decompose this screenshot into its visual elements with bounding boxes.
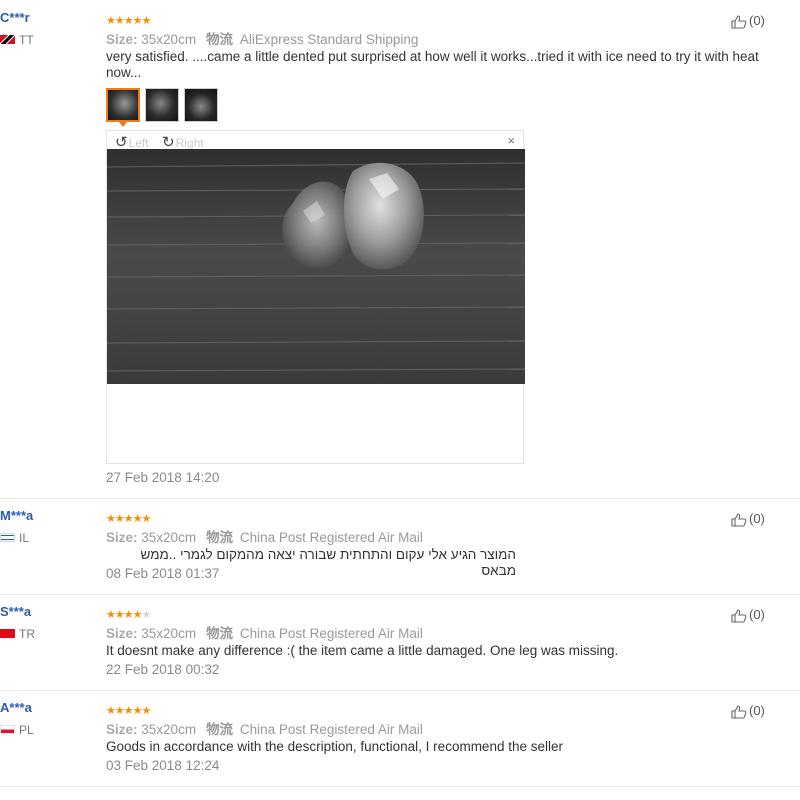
reviewer-country: IL (0, 531, 29, 545)
review-item: S***a TR ★★★★★ Size: 35x20cm 物流 China Pos… (0, 594, 800, 690)
order-info: Size: 35x20cm 物流 China Post Registered Ai… (106, 718, 423, 738)
helpful-button[interactable]: (0) (731, 511, 765, 527)
photo-viewer: ↺Left ↻Right × (106, 130, 525, 464)
country-code: TT (19, 33, 34, 47)
rotate-right-label: Right (175, 136, 204, 150)
review-date: 22 Feb 2018 00:32 (106, 662, 220, 677)
star-filled-icon: ★ (123, 513, 134, 525)
reviewer-country: PL (0, 723, 34, 737)
country-code: TR (19, 627, 35, 641)
review-divider (0, 786, 800, 787)
star-empty-icon: ★ (141, 609, 152, 621)
star-rating: ★★★★★ (106, 15, 152, 27)
star-filled-icon: ★ (123, 609, 134, 621)
reviewer-name[interactable]: M***a (0, 508, 33, 523)
helpful-count: (0) (749, 703, 765, 718)
shipping-method: AliExpress Standard Shipping (239, 32, 419, 47)
size-value: 35x20cm (141, 722, 197, 737)
flag-icon (0, 35, 15, 45)
star-filled-icon: ★ (123, 705, 134, 717)
size-value: 35x20cm (141, 530, 197, 545)
size-value: 35x20cm (141, 626, 197, 641)
star-filled-icon: ★ (106, 15, 116, 27)
star-rating: ★★★★★ (106, 513, 152, 525)
star-filled-icon: ★ (132, 705, 143, 717)
reviewer-country: TT (0, 33, 34, 47)
photo-thumbnail[interactable] (184, 88, 218, 122)
flag-icon (0, 725, 15, 735)
helpful-button[interactable]: (0) (731, 607, 765, 623)
logistics-icon: 物流 (206, 32, 234, 47)
logistics-icon: 物流 (206, 626, 234, 641)
thumbs-up-icon (731, 705, 747, 719)
order-info: Size: 35x20cm 物流 China Post Registered Ai… (106, 622, 423, 642)
active-thumbnail-caret (119, 122, 127, 127)
helpful-button[interactable]: (0) (731, 703, 765, 719)
star-rating: ★★★★★ (106, 705, 152, 717)
reviewer-name[interactable]: C***r (0, 10, 30, 25)
review-item: M***a IL ★★★★★ Size: 35x20cm 物流 China Pos… (0, 498, 800, 594)
review-text: It doesnt make any difference :( the ite… (106, 643, 619, 658)
helpful-count: (0) (749, 511, 765, 526)
shipping-method: China Post Registered Air Mail (239, 530, 423, 545)
helpful-count: (0) (749, 607, 765, 622)
review-item: C***r TT ★★★★★ Size: 35x20cm 物流 AliExpres… (0, 0, 800, 498)
review-date: 08 Feb 2018 01:37 (106, 566, 220, 581)
review-text: Goods in accordance with the description… (106, 739, 563, 754)
star-filled-icon: ★ (106, 609, 116, 621)
star-filled-icon: ★ (132, 513, 143, 525)
size-label: Size: (106, 530, 138, 545)
thumbs-up-icon (731, 609, 747, 623)
thumbs-up-icon (731, 513, 747, 527)
size-value: 35x20cm (141, 32, 197, 47)
logistics-icon: 物流 (206, 530, 234, 545)
close-icon[interactable]: × (507, 133, 515, 148)
review-date: 27 Feb 2018 14:20 (106, 470, 220, 485)
rotate-left-label: Left (128, 136, 149, 150)
order-info: Size: 35x20cm 物流 China Post Registered Ai… (106, 526, 423, 546)
thumbs-up-icon (731, 15, 747, 29)
star-rating: ★★★★★ (106, 609, 152, 621)
reviewer-name[interactable]: A***a (0, 700, 32, 715)
size-label: Size: (106, 722, 138, 737)
review-date: 03 Feb 2018 12:24 (106, 758, 220, 773)
star-filled-icon: ★ (141, 15, 152, 27)
star-filled-icon: ★ (106, 705, 116, 717)
photo-thumbnail[interactable] (106, 88, 140, 122)
star-filled-icon: ★ (141, 705, 152, 717)
star-filled-icon: ★ (114, 15, 125, 27)
logistics-icon: 物流 (206, 722, 234, 737)
reviewer-name[interactable]: S***a (0, 604, 31, 619)
helpful-button[interactable]: (0) (731, 13, 765, 29)
shipping-method: China Post Registered Air Mail (239, 722, 423, 737)
star-filled-icon: ★ (141, 513, 152, 525)
photo-thumbnail[interactable] (145, 88, 179, 122)
star-filled-icon: ★ (114, 513, 125, 525)
star-filled-icon: ★ (132, 15, 143, 27)
size-label: Size: (106, 626, 138, 641)
order-info: Size: 35x20cm 物流 AliExpress Standard Ship… (106, 28, 418, 48)
country-code: IL (19, 531, 30, 545)
size-label: Size: (106, 32, 138, 47)
star-filled-icon: ★ (132, 609, 143, 621)
star-filled-icon: ★ (114, 705, 125, 717)
star-filled-icon: ★ (106, 513, 116, 525)
reviewer-country: TR (0, 627, 35, 641)
country-code: PL (19, 723, 34, 737)
shipping-method: China Post Registered Air Mail (239, 626, 423, 641)
flag-icon (0, 533, 15, 543)
helpful-count: (0) (749, 13, 765, 28)
star-filled-icon: ★ (114, 609, 125, 621)
star-filled-icon: ★ (123, 15, 134, 27)
review-photo-large (107, 149, 525, 384)
review-item: A***a PL ★★★★★ Size: 35x20cm 物流 China Pos… (0, 690, 800, 786)
review-text: very satisfied. ....came a little dented… (106, 49, 759, 80)
flag-icon (0, 629, 15, 639)
